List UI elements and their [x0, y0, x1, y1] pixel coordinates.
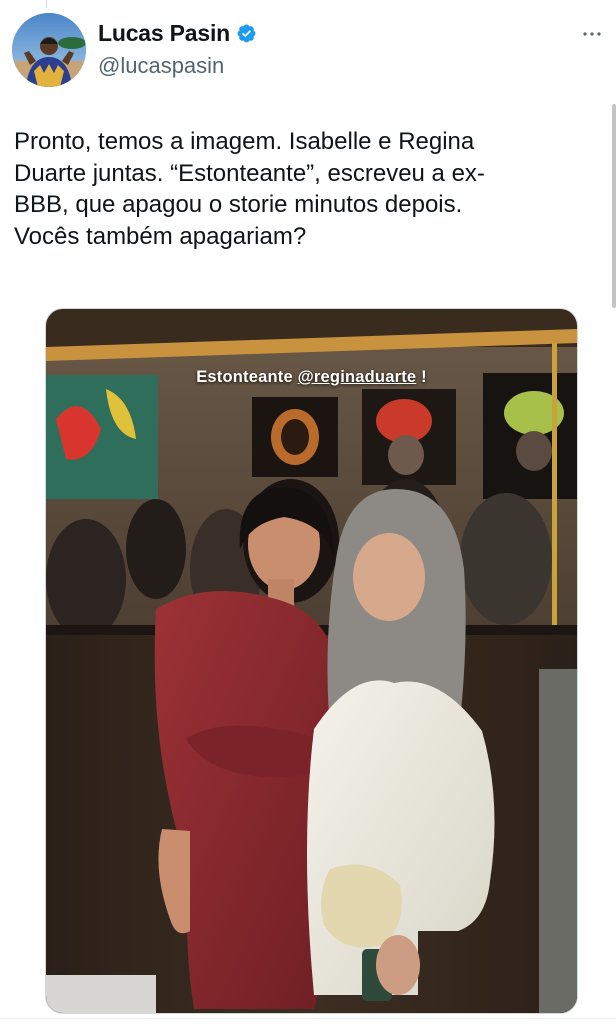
author-name-row[interactable]: Lucas Pasin [98, 20, 257, 47]
divider [0, 1018, 616, 1019]
more-horizontal-icon[interactable] [580, 22, 604, 46]
author-avatar[interactable] [12, 13, 86, 87]
caption-word: Estonteante [196, 368, 293, 386]
tweet-media-photo[interactable]: Estonteante @reginaduarte ! [45, 308, 578, 1014]
photo-image [46, 309, 577, 1013]
verified-badge-icon [237, 24, 256, 43]
scrollbar[interactable] [612, 104, 616, 308]
story-caption: Estonteante @reginaduarte ! [46, 368, 577, 387]
caption-end: ! [421, 368, 427, 386]
author-display-name[interactable]: Lucas Pasin [98, 20, 230, 47]
avatar-image [12, 13, 86, 87]
author-handle[interactable]: @lucaspasin [98, 53, 224, 79]
tweet-text: Pronto, temos a imagem. Isabelle e Regin… [14, 128, 485, 250]
caption-mention-link[interactable]: @reginaduarte [298, 368, 417, 386]
thread-connector [46, 0, 47, 8]
